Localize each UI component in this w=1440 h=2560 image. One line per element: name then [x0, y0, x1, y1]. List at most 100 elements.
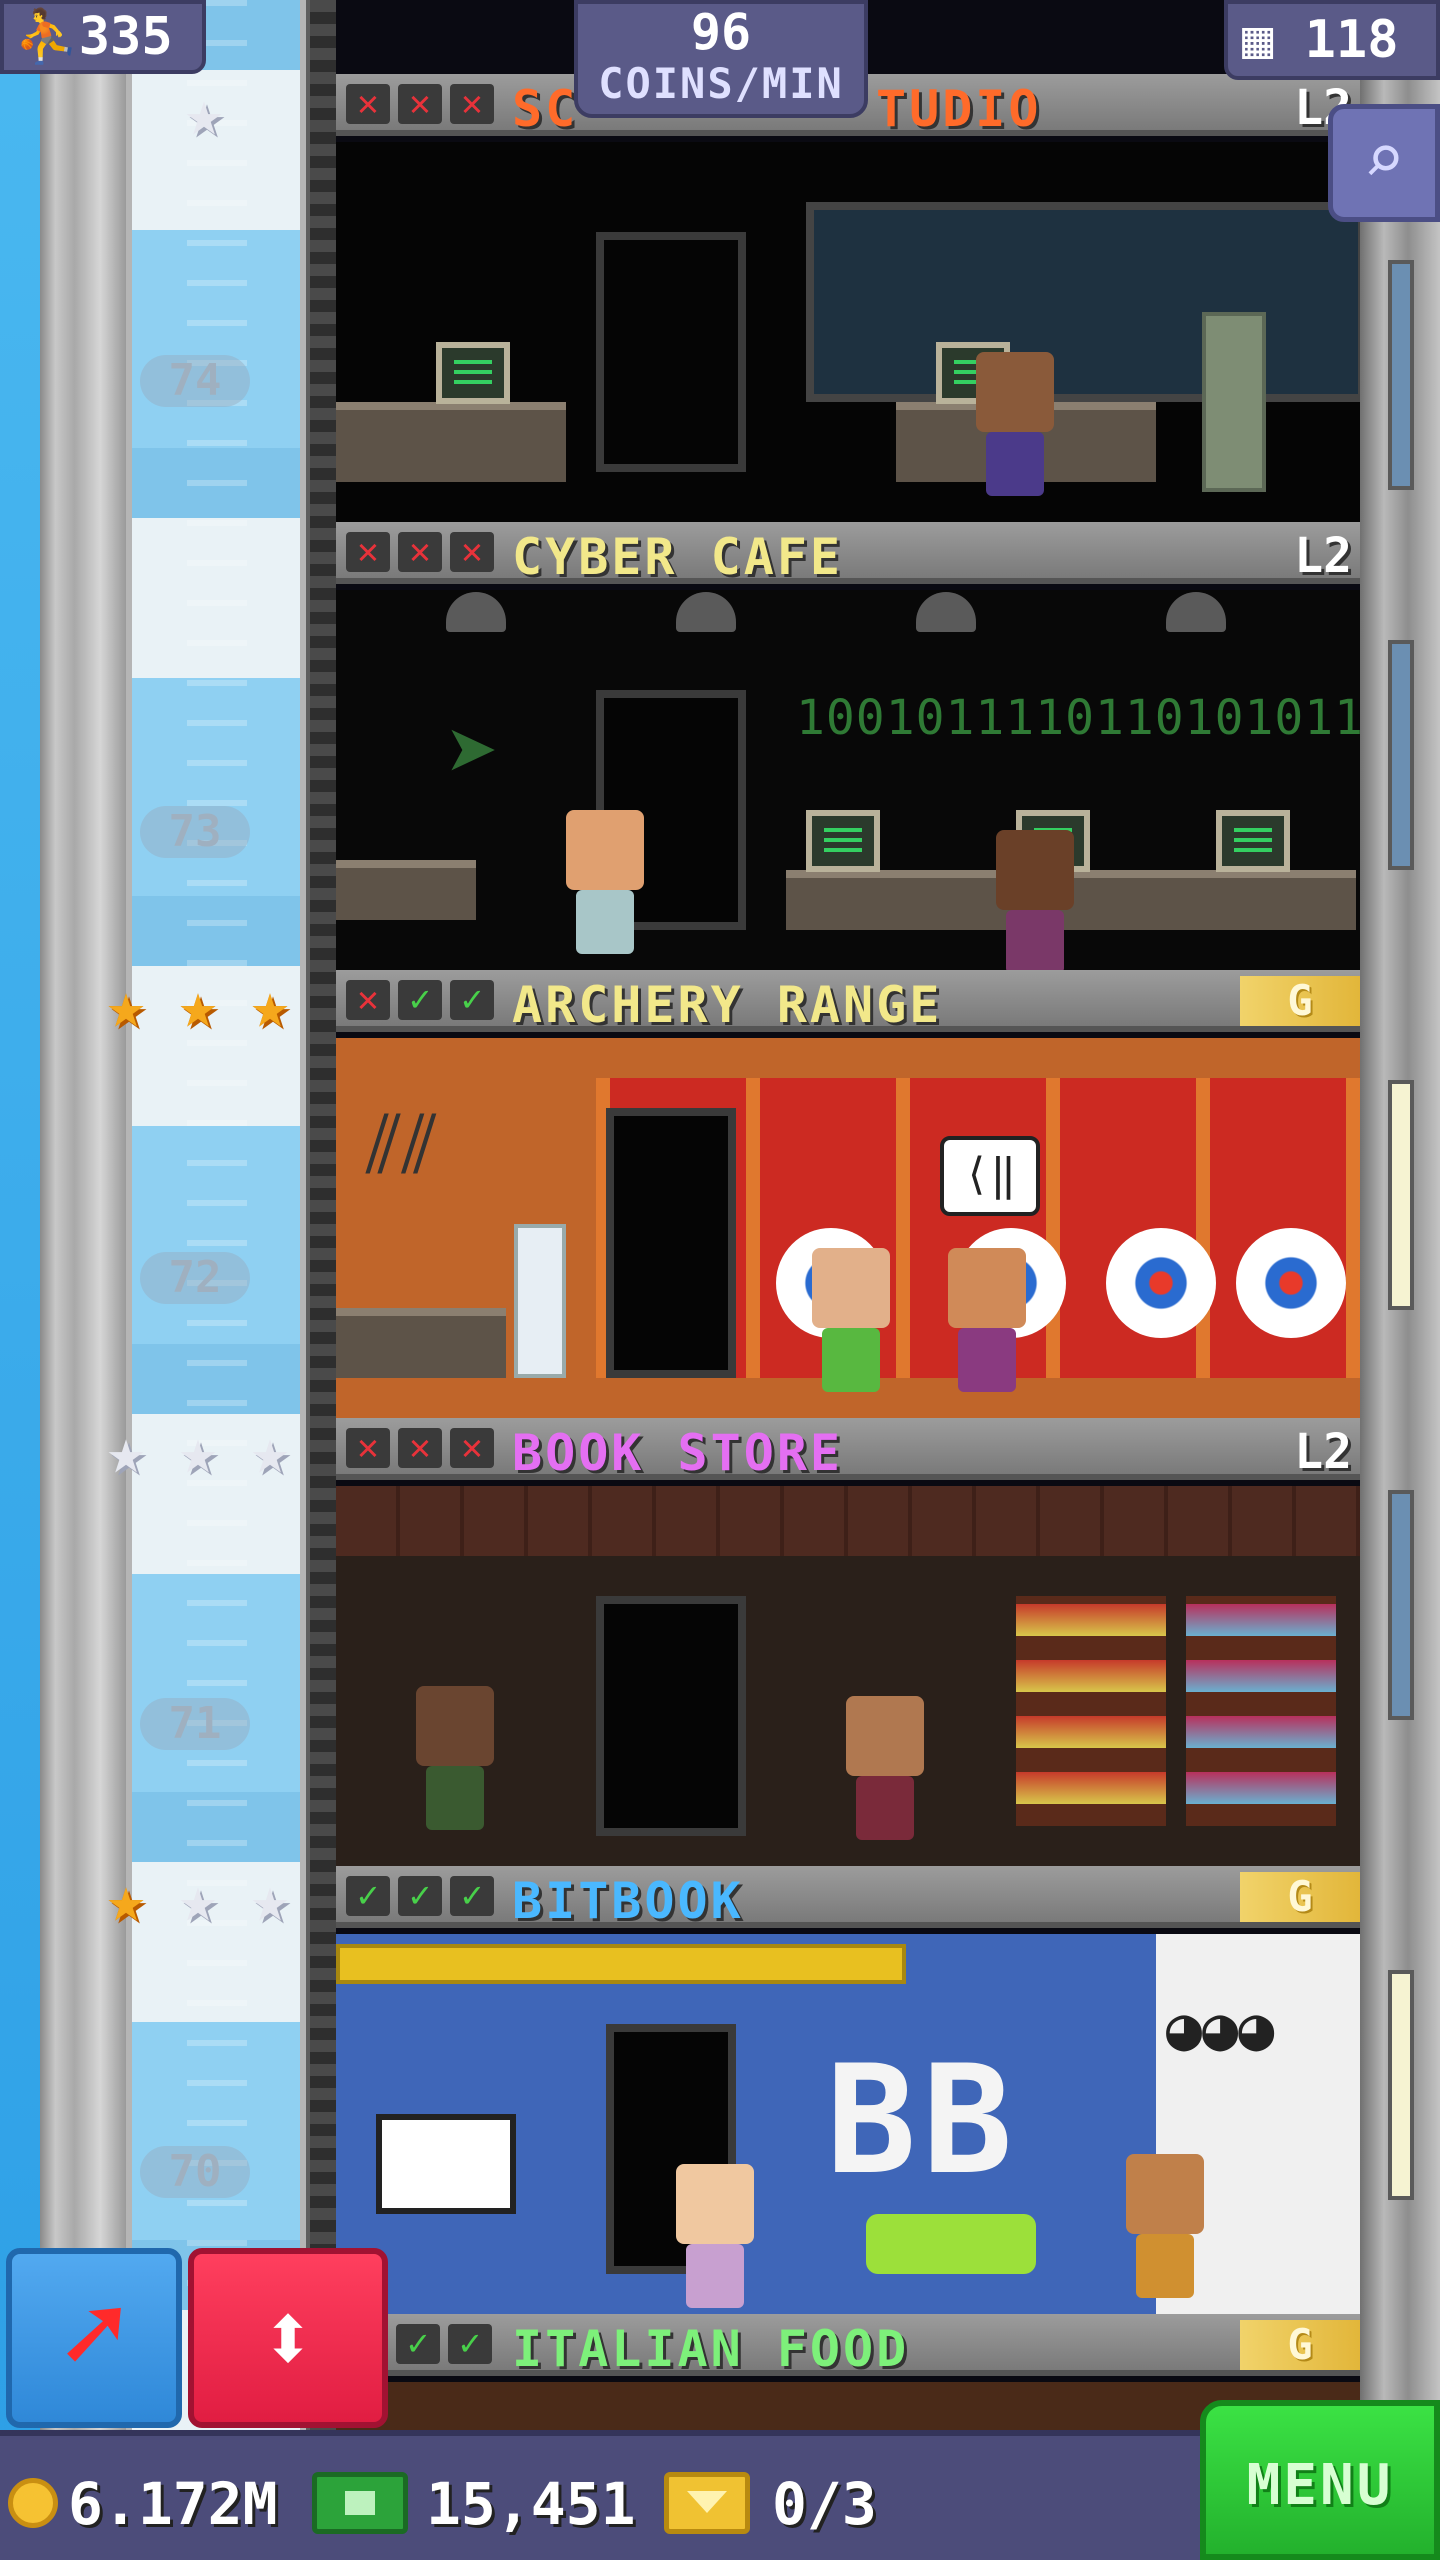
build-floor-button[interactable]: ➚	[6, 2248, 182, 2428]
speech-bubble: ⟨‖	[940, 1136, 1040, 1216]
side-window	[1388, 640, 1414, 870]
ticket-icon[interactable]	[664, 2472, 750, 2534]
star-icon: ★	[106, 1415, 146, 1489]
star-icon: ★	[178, 1863, 218, 1937]
room-door	[596, 1596, 746, 1836]
floor-number: 74	[140, 355, 250, 407]
check-mark-icon: ✓	[398, 980, 442, 1020]
gold-level-tag: G	[1240, 976, 1360, 1026]
x-mark-icon: ✕	[450, 532, 494, 572]
elevator-button[interactable]: ⬍	[188, 2248, 388, 2428]
bux-value: 15,451	[426, 2470, 636, 2538]
floor-stars-bitbook: ★ ★ ★	[92, 1866, 304, 1936]
level-tag: L2	[1294, 1424, 1352, 1480]
gold-level-tag: G	[1240, 2320, 1360, 2370]
tickets-value: 0/3	[772, 2470, 877, 2538]
floor-number: 70	[140, 2146, 250, 2198]
floor-counter[interactable]: ▦ 118	[1224, 0, 1440, 80]
star-icon: ★	[106, 969, 146, 1043]
bookshelf	[1186, 1596, 1336, 1826]
floor-name-part: TUDIO	[876, 80, 1042, 138]
tenant[interactable]	[846, 1696, 924, 1840]
tenant[interactable]	[1126, 2154, 1204, 2298]
floor-stars: ★	[170, 80, 238, 150]
archery-target	[1106, 1228, 1216, 1338]
floor-software-studio[interactable]: ✕ ✕ ✕ SC TUDIO L2	[336, 74, 1360, 522]
floor-cyber-cafe[interactable]: ✕ ✕ ✕ CYBER CAFE L2 1001011110110101011 …	[336, 522, 1360, 970]
side-window	[1388, 1080, 1414, 1310]
floor-count-value: 118	[1304, 10, 1399, 70]
monitor	[436, 342, 510, 404]
brick-wall	[336, 1486, 1360, 1556]
x-mark-icon: ✕	[450, 1428, 494, 1468]
elevator-rail	[306, 0, 336, 2560]
stock-marks: ✕ ✕ ✕	[346, 532, 494, 572]
stock-marks: ✓ ✓	[396, 2324, 492, 2364]
room-interior	[336, 1486, 1360, 1866]
star-icon: ★	[250, 969, 290, 1043]
arrow-rack: ⫽⫽	[366, 1098, 438, 1191]
floor-bitbook[interactable]: ✓ ✓ ✓ BITBOOK G BB ◕◕◕	[336, 1866, 1360, 2314]
x-mark-icon: ✕	[398, 84, 442, 124]
floor-name: BOOK STORE	[512, 1424, 844, 1482]
floor-name: BITBOOK	[512, 1872, 744, 1930]
bookshelf	[1016, 1596, 1166, 1826]
computer	[376, 2114, 516, 2214]
star-icon: ★	[106, 1863, 146, 1937]
tenant[interactable]	[948, 1248, 1026, 1392]
star-icon: ★	[178, 1415, 218, 1489]
monitor	[1216, 810, 1290, 872]
water-cooler	[514, 1224, 566, 1378]
x-mark-icon: ✕	[346, 1428, 390, 1468]
coins-per-minute-label: COINS/MIN	[598, 59, 844, 108]
check-mark-icon: ✓	[448, 2324, 492, 2364]
tenant[interactable]	[976, 352, 1054, 496]
desk	[336, 402, 566, 482]
tenant[interactable]	[416, 1686, 494, 1830]
coin-icon	[8, 2478, 58, 2528]
floor-number: 72	[140, 1252, 250, 1304]
level-tag: L2	[1294, 528, 1352, 584]
menu-button[interactable]: MENU	[1200, 2400, 1440, 2560]
population-counter[interactable]: ⛹335	[0, 0, 206, 74]
counter	[336, 860, 476, 920]
magnifier-icon: ⌕	[1362, 118, 1406, 200]
archery-target	[1236, 1228, 1346, 1338]
room-door	[606, 1108, 736, 1378]
side-window	[1388, 260, 1414, 490]
side-window	[1388, 1970, 1414, 2200]
floor-book-store[interactable]: ✕ ✕ ✕ BOOK STORE L2	[336, 1418, 1360, 1866]
wall-clocks: ◕◕◕	[1166, 1994, 1275, 2064]
check-mark-icon: ✓	[398, 1876, 442, 1916]
up-down-arrows-icon: ⬍	[259, 2282, 317, 2394]
monitor	[806, 810, 880, 872]
star-icon: ★	[184, 77, 224, 151]
coins-per-minute: 96 COINS/MIN	[574, 0, 868, 118]
red-arrow-icon: ➚	[60, 2270, 128, 2398]
tenant[interactable]	[566, 810, 644, 954]
floor-header: ✕ ✕ ✕ BOOK STORE L2	[336, 1418, 1360, 1482]
stock-marks: ✕ ✕ ✕	[346, 84, 494, 124]
x-mark-icon: ✕	[398, 1428, 442, 1468]
floor-number: 73	[140, 806, 250, 858]
population-value: 335	[78, 7, 173, 67]
floor-name-part: SC	[512, 80, 579, 138]
star-icon: ★	[250, 1863, 290, 1937]
ceiling-lamp	[916, 592, 976, 632]
tower-left-wall	[40, 0, 126, 2560]
check-mark-icon: ✓	[450, 1876, 494, 1916]
floor-archery-range[interactable]: ✕ ✓ ✓ ARCHERY RANGE G ⫽⫽ ⟨‖	[336, 970, 1360, 1418]
window	[806, 202, 1360, 402]
floor-stars-archery: ★ ★ ★	[92, 972, 304, 1042]
search-button[interactable]: ⌕	[1328, 104, 1440, 222]
sky-background	[0, 0, 40, 2560]
ceiling-beam	[336, 1944, 906, 1984]
tenant[interactable]	[812, 1248, 890, 1392]
x-mark-icon: ✕	[346, 980, 390, 1020]
stock-marks: ✕ ✕ ✕	[346, 1428, 494, 1468]
tenant[interactable]	[996, 830, 1074, 970]
floor-stars-bookstore: ★ ★ ★	[92, 1418, 304, 1488]
check-mark-icon: ✓	[346, 1876, 390, 1916]
x-mark-icon: ✕	[450, 84, 494, 124]
tenant[interactable]	[676, 2164, 754, 2308]
